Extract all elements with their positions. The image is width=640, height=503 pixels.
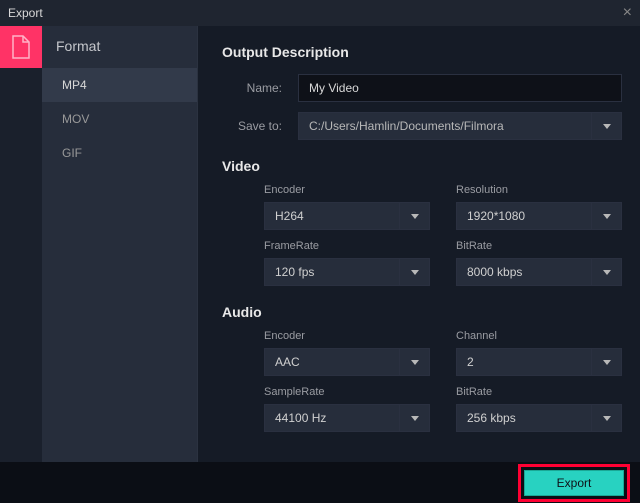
field-audio-bitrate: BitRate 256 kbps xyxy=(456,386,622,432)
video-bitrate-label: BitRate xyxy=(456,240,622,252)
audio-channel-value: 2 xyxy=(456,348,592,376)
sidebar-header: Format xyxy=(42,26,197,68)
name-input[interactable] xyxy=(298,74,622,102)
audio-samplerate-select[interactable]: 44100 Hz xyxy=(264,404,430,432)
audio-samplerate-label: SampleRate xyxy=(264,386,430,398)
export-highlight: Export xyxy=(518,464,630,502)
video-encoder-value: H264 xyxy=(264,202,400,230)
titlebar: Export × xyxy=(0,0,640,26)
video-bitrate-value: 8000 kbps xyxy=(456,258,592,286)
chevron-down-icon xyxy=(411,270,419,275)
video-resolution-dropdown-button[interactable] xyxy=(592,202,622,230)
saveto-dropdown-button[interactable] xyxy=(592,112,622,140)
close-icon[interactable]: × xyxy=(623,4,632,22)
audio-grid: Encoder AAC Channel 2 SampleRate 44100 H… xyxy=(222,330,622,432)
audio-bitrate-select[interactable]: 256 kbps xyxy=(456,404,622,432)
audio-bitrate-label: BitRate xyxy=(456,386,622,398)
video-framerate-select[interactable]: 120 fps xyxy=(264,258,430,286)
field-audio-channel: Channel 2 xyxy=(456,330,622,376)
export-button[interactable]: Export xyxy=(524,470,624,496)
audio-samplerate-value: 44100 Hz xyxy=(264,404,400,432)
field-audio-encoder: Encoder AAC xyxy=(264,330,430,376)
chevron-down-icon xyxy=(603,214,611,219)
row-name: Name: xyxy=(222,74,622,102)
audio-bitrate-value: 256 kbps xyxy=(456,404,592,432)
section-output-title: Output Description xyxy=(222,44,622,60)
video-encoder-dropdown-button[interactable] xyxy=(400,202,430,230)
video-encoder-select[interactable]: H264 xyxy=(264,202,430,230)
export-button-label: Export xyxy=(557,476,592,490)
field-video-resolution: Resolution 1920*1080 xyxy=(456,184,622,230)
chevron-down-icon xyxy=(603,360,611,365)
tab-local[interactable] xyxy=(0,26,42,68)
audio-encoder-dropdown-button[interactable] xyxy=(400,348,430,376)
sidebar-item-label: MOV xyxy=(62,112,89,126)
audio-samplerate-dropdown-button[interactable] xyxy=(400,404,430,432)
audio-channel-select[interactable]: 2 xyxy=(456,348,622,376)
video-grid: Encoder H264 Resolution 1920*1080 FrameR… xyxy=(222,184,622,286)
video-bitrate-dropdown-button[interactable] xyxy=(592,258,622,286)
section-video-title: Video xyxy=(222,158,622,174)
video-resolution-value: 1920*1080 xyxy=(456,202,592,230)
sidebar-item-gif[interactable]: GIF xyxy=(42,136,197,170)
document-icon xyxy=(11,35,31,59)
video-resolution-label: Resolution xyxy=(456,184,622,196)
video-resolution-select[interactable]: 1920*1080 xyxy=(456,202,622,230)
chevron-down-icon xyxy=(603,124,611,129)
sidebar-item-mov[interactable]: MOV xyxy=(42,102,197,136)
audio-encoder-label: Encoder xyxy=(264,330,430,342)
chevron-down-icon xyxy=(603,416,611,421)
audio-bitrate-dropdown-button[interactable] xyxy=(592,404,622,432)
name-label: Name: xyxy=(222,81,298,95)
field-video-encoder: Encoder H264 xyxy=(264,184,430,230)
audio-channel-dropdown-button[interactable] xyxy=(592,348,622,376)
video-framerate-label: FrameRate xyxy=(264,240,430,252)
section-audio-title: Audio xyxy=(222,304,622,320)
video-framerate-value: 120 fps xyxy=(264,258,400,286)
audio-channel-label: Channel xyxy=(456,330,622,342)
row-saveto: Save to: C:/Users/Hamlin/Documents/Filmo… xyxy=(222,112,622,140)
audio-encoder-select[interactable]: AAC xyxy=(264,348,430,376)
chevron-down-icon xyxy=(411,214,419,219)
video-bitrate-select[interactable]: 8000 kbps xyxy=(456,258,622,286)
chevron-down-icon xyxy=(411,360,419,365)
video-encoder-label: Encoder xyxy=(264,184,430,196)
field-video-bitrate: BitRate 8000 kbps xyxy=(456,240,622,286)
saveto-select[interactable]: C:/Users/Hamlin/Documents/Filmora xyxy=(298,112,622,140)
content: Output Description Name: Save to: C:/Use… xyxy=(197,26,640,462)
chevron-down-icon xyxy=(603,270,611,275)
video-framerate-dropdown-button[interactable] xyxy=(400,258,430,286)
main: Format MP4 MOV GIF Output Description Na… xyxy=(0,26,640,462)
format-sidebar: Format MP4 MOV GIF xyxy=(42,26,197,462)
tab-strip xyxy=(0,26,42,462)
sidebar-item-label: GIF xyxy=(62,146,82,160)
saveto-value: C:/Users/Hamlin/Documents/Filmora xyxy=(298,112,592,140)
footer: Export xyxy=(0,462,640,503)
window-title: Export xyxy=(8,6,43,20)
field-audio-samplerate: SampleRate 44100 Hz xyxy=(264,386,430,432)
saveto-label: Save to: xyxy=(222,119,298,133)
audio-encoder-value: AAC xyxy=(264,348,400,376)
sidebar-item-mp4[interactable]: MP4 xyxy=(42,68,197,102)
sidebar-item-label: MP4 xyxy=(62,78,87,92)
chevron-down-icon xyxy=(411,416,419,421)
field-video-framerate: FrameRate 120 fps xyxy=(264,240,430,286)
